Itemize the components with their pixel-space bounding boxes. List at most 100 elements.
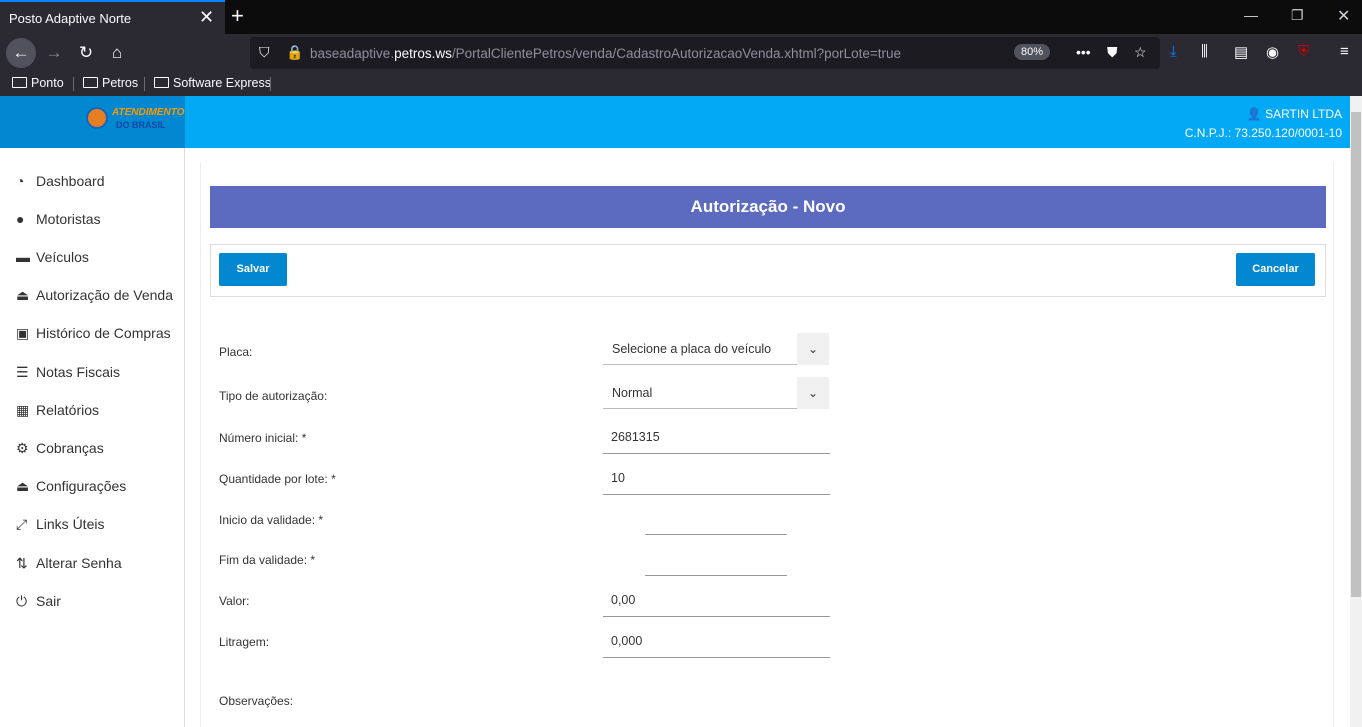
sidebar-item-historico[interactable]: ▣ Histórico de Compras bbox=[16, 325, 171, 342]
new-tab-icon[interactable]: + bbox=[231, 3, 244, 29]
placa-select[interactable]: Selecione a placa do veículo ⌄ bbox=[603, 333, 829, 365]
bookmark-separator bbox=[144, 77, 145, 91]
basket-icon: ⏏ bbox=[16, 287, 30, 303]
user-info[interactable]: 👤 SARTIN LTDA C.N.P.J.: 73.250.120/0001-… bbox=[1185, 105, 1342, 143]
zoom-badge[interactable]: 80% bbox=[1014, 44, 1051, 60]
placa-label: Placa: bbox=[219, 345, 253, 359]
bookmark-ponto[interactable]: Ponto bbox=[12, 76, 64, 90]
bookmarks-bar: Ponto Petros Software Express bbox=[0, 72, 1362, 96]
nav-bar: ← → ↻ ⌂ ⛉ 🔒 baseadaptive.petros.ws/Porta… bbox=[0, 34, 1362, 72]
forward-icon[interactable]: → bbox=[40, 39, 68, 67]
table-icon: ▦ bbox=[16, 402, 30, 418]
logo[interactable]: ATENDIMENTO DO BRASIL bbox=[0, 96, 185, 148]
restore-icon[interactable]: ❐ bbox=[1291, 7, 1304, 24]
download-icon[interactable]: ⤓ bbox=[1170, 43, 1177, 60]
bookmark-software-express[interactable]: Software Express bbox=[154, 76, 271, 90]
active-tab[interactable]: Posto Adaptive Norte ✕ bbox=[0, 0, 225, 34]
basket-icon: ⏏ bbox=[16, 478, 30, 494]
tab-close-icon[interactable]: ✕ bbox=[199, 7, 214, 28]
list-icon: ☰ bbox=[16, 364, 29, 380]
sidebar-toggle-icon[interactable]: ▤ bbox=[1234, 43, 1248, 61]
main-content: Autorização - Novo Salvar Cancelar Placa… bbox=[200, 162, 1334, 727]
user-cnpj: C.N.P.J.: 73.250.120/0001-10 bbox=[1184, 126, 1342, 140]
window-close-icon[interactable]: ✕ bbox=[1337, 6, 1350, 26]
bookmark-petros[interactable]: Petros bbox=[83, 76, 138, 90]
home-icon[interactable]: ⌂ bbox=[103, 39, 131, 67]
swap-icon: ⇅ bbox=[16, 555, 28, 571]
minimize-icon[interactable]: — bbox=[1244, 7, 1258, 23]
fim-date-input[interactable] bbox=[645, 547, 787, 576]
scrollbar-thumb[interactable] bbox=[1351, 112, 1361, 597]
chevron-down-icon[interactable]: ⌄ bbox=[797, 377, 829, 409]
bookmark-separator bbox=[73, 77, 74, 91]
sidebar-item-sair[interactable]: ⏻ Sair bbox=[16, 593, 61, 610]
expand-icon: ⤢ bbox=[16, 516, 28, 532]
folder-icon bbox=[154, 77, 169, 88]
fim-label: Fim da validade: * bbox=[219, 553, 316, 567]
power-icon: ⏻ bbox=[16, 593, 28, 609]
numero-input[interactable]: 2681315 bbox=[603, 422, 830, 454]
quantidade-label: Quantidade por lote: * bbox=[219, 472, 336, 486]
sidebar-item-links-uteis[interactable]: ⤢ Links Úteis bbox=[16, 516, 104, 533]
valor-input[interactable]: 0,00 bbox=[603, 585, 830, 617]
valor-label: Valor: bbox=[219, 594, 250, 608]
url-text[interactable]: baseadaptive.petros.ws/PortalClientePetr… bbox=[310, 46, 901, 61]
sidebar-item-dashboard[interactable]: ◔ Dashboard bbox=[16, 173, 105, 189]
app-header: ATENDIMENTO DO BRASIL 👤 SARTIN LTDA C.N.… bbox=[0, 96, 1350, 148]
chevron-down-icon[interactable]: ⌄ bbox=[797, 333, 829, 365]
inicio-label: Inicio da validade: * bbox=[219, 513, 324, 527]
library-icon[interactable]: ⫼ bbox=[1201, 43, 1208, 60]
quantidade-input[interactable]: 10 bbox=[603, 463, 830, 495]
observacoes-label: Observações: bbox=[219, 694, 294, 708]
inicio-date-input[interactable] bbox=[645, 506, 787, 535]
insecure-lock-icon[interactable]: 🔒 bbox=[286, 44, 303, 61]
page-title: Autorização - Novo bbox=[210, 186, 1326, 228]
user-name: SARTIN LTDA bbox=[1265, 107, 1342, 121]
account-icon[interactable]: ◉ bbox=[1266, 43, 1279, 61]
save-button[interactable]: Salvar bbox=[219, 253, 287, 286]
sidebar: ◔ Dashboard ● Motoristas ▬ Veículos ⏏ Autori… bbox=[0, 148, 185, 727]
page-scrollbar[interactable] bbox=[1350, 96, 1362, 727]
ublock-icon[interactable]: ⛨ bbox=[1298, 43, 1309, 60]
numero-label: Número inicial: * bbox=[219, 431, 307, 445]
tipo-selected-value: Normal bbox=[612, 386, 653, 400]
car-icon: ▬ bbox=[16, 249, 30, 265]
placa-selected-value: Selecione a placa do veículo bbox=[612, 342, 772, 356]
sidebar-item-relatorios[interactable]: ▦ Relatórios bbox=[16, 402, 99, 419]
sidebar-item-cobrancas[interactable]: ⚙ Cobranças bbox=[16, 440, 104, 457]
back-icon[interactable]: ← bbox=[6, 38, 36, 68]
user-icon: ● bbox=[16, 211, 25, 227]
more-actions-icon[interactable]: ••• bbox=[1076, 44, 1091, 60]
bookmark-star-icon[interactable]: ☆ bbox=[1134, 44, 1147, 61]
browser-chrome: Posto Adaptive Norte ✕ + — ❐ ✕ ← → ↻ ⌂ ⛉… bbox=[0, 0, 1362, 96]
cancel-button[interactable]: Cancelar bbox=[1236, 253, 1315, 286]
user-icon: 👤 bbox=[1246, 107, 1262, 121]
sidebar-item-motoristas[interactable]: ● Motoristas bbox=[16, 211, 101, 227]
reload-icon[interactable]: ↻ bbox=[72, 39, 100, 67]
sidebar-item-configuracoes[interactable]: ⏏ Configurações bbox=[16, 478, 126, 495]
tipo-label: Tipo de autorização: bbox=[219, 389, 328, 403]
form-toolbar: Salvar Cancelar bbox=[210, 244, 1326, 297]
url-bar[interactable]: ⛉ 🔒 baseadaptive.petros.ws/PortalCliente… bbox=[250, 37, 1160, 69]
tab-title: Posto Adaptive Norte bbox=[9, 11, 132, 26]
gears-icon: ⚙ bbox=[16, 440, 29, 456]
pocket-icon[interactable]: ⛊ bbox=[1107, 44, 1118, 61]
sidebar-item-veiculos[interactable]: ▬ Veículos bbox=[16, 249, 89, 265]
litragem-input[interactable]: 0,000 bbox=[603, 626, 830, 658]
menu-icon[interactable]: ≡ bbox=[1340, 43, 1349, 60]
shield-icon[interactable]: ⛉ bbox=[259, 44, 270, 61]
sidebar-item-alterar-senha[interactable]: ⇅ Alterar Senha bbox=[16, 555, 122, 572]
bookmark-separator bbox=[270, 77, 271, 91]
litragem-label: Litragem: bbox=[219, 635, 270, 649]
folder-icon bbox=[12, 77, 27, 88]
dashboard-icon: ◔ bbox=[16, 173, 25, 189]
sidebar-item-autorizacao[interactable]: ⏏ Autorização de Venda bbox=[16, 287, 173, 304]
tab-strip: Posto Adaptive Norte ✕ + — ❐ ✕ bbox=[0, 0, 1362, 34]
sidebar-item-notas-fiscais[interactable]: ☰ Notas Fiscais bbox=[16, 364, 120, 381]
tipo-select[interactable]: Normal ⌄ bbox=[603, 377, 829, 409]
bus-icon: ▣ bbox=[16, 325, 30, 341]
logo-text: ATENDIMENTO bbox=[112, 107, 185, 118]
logo-subtext: DO BRASIL bbox=[116, 120, 166, 130]
logo-emblem-icon bbox=[86, 107, 108, 129]
folder-icon bbox=[83, 77, 98, 88]
